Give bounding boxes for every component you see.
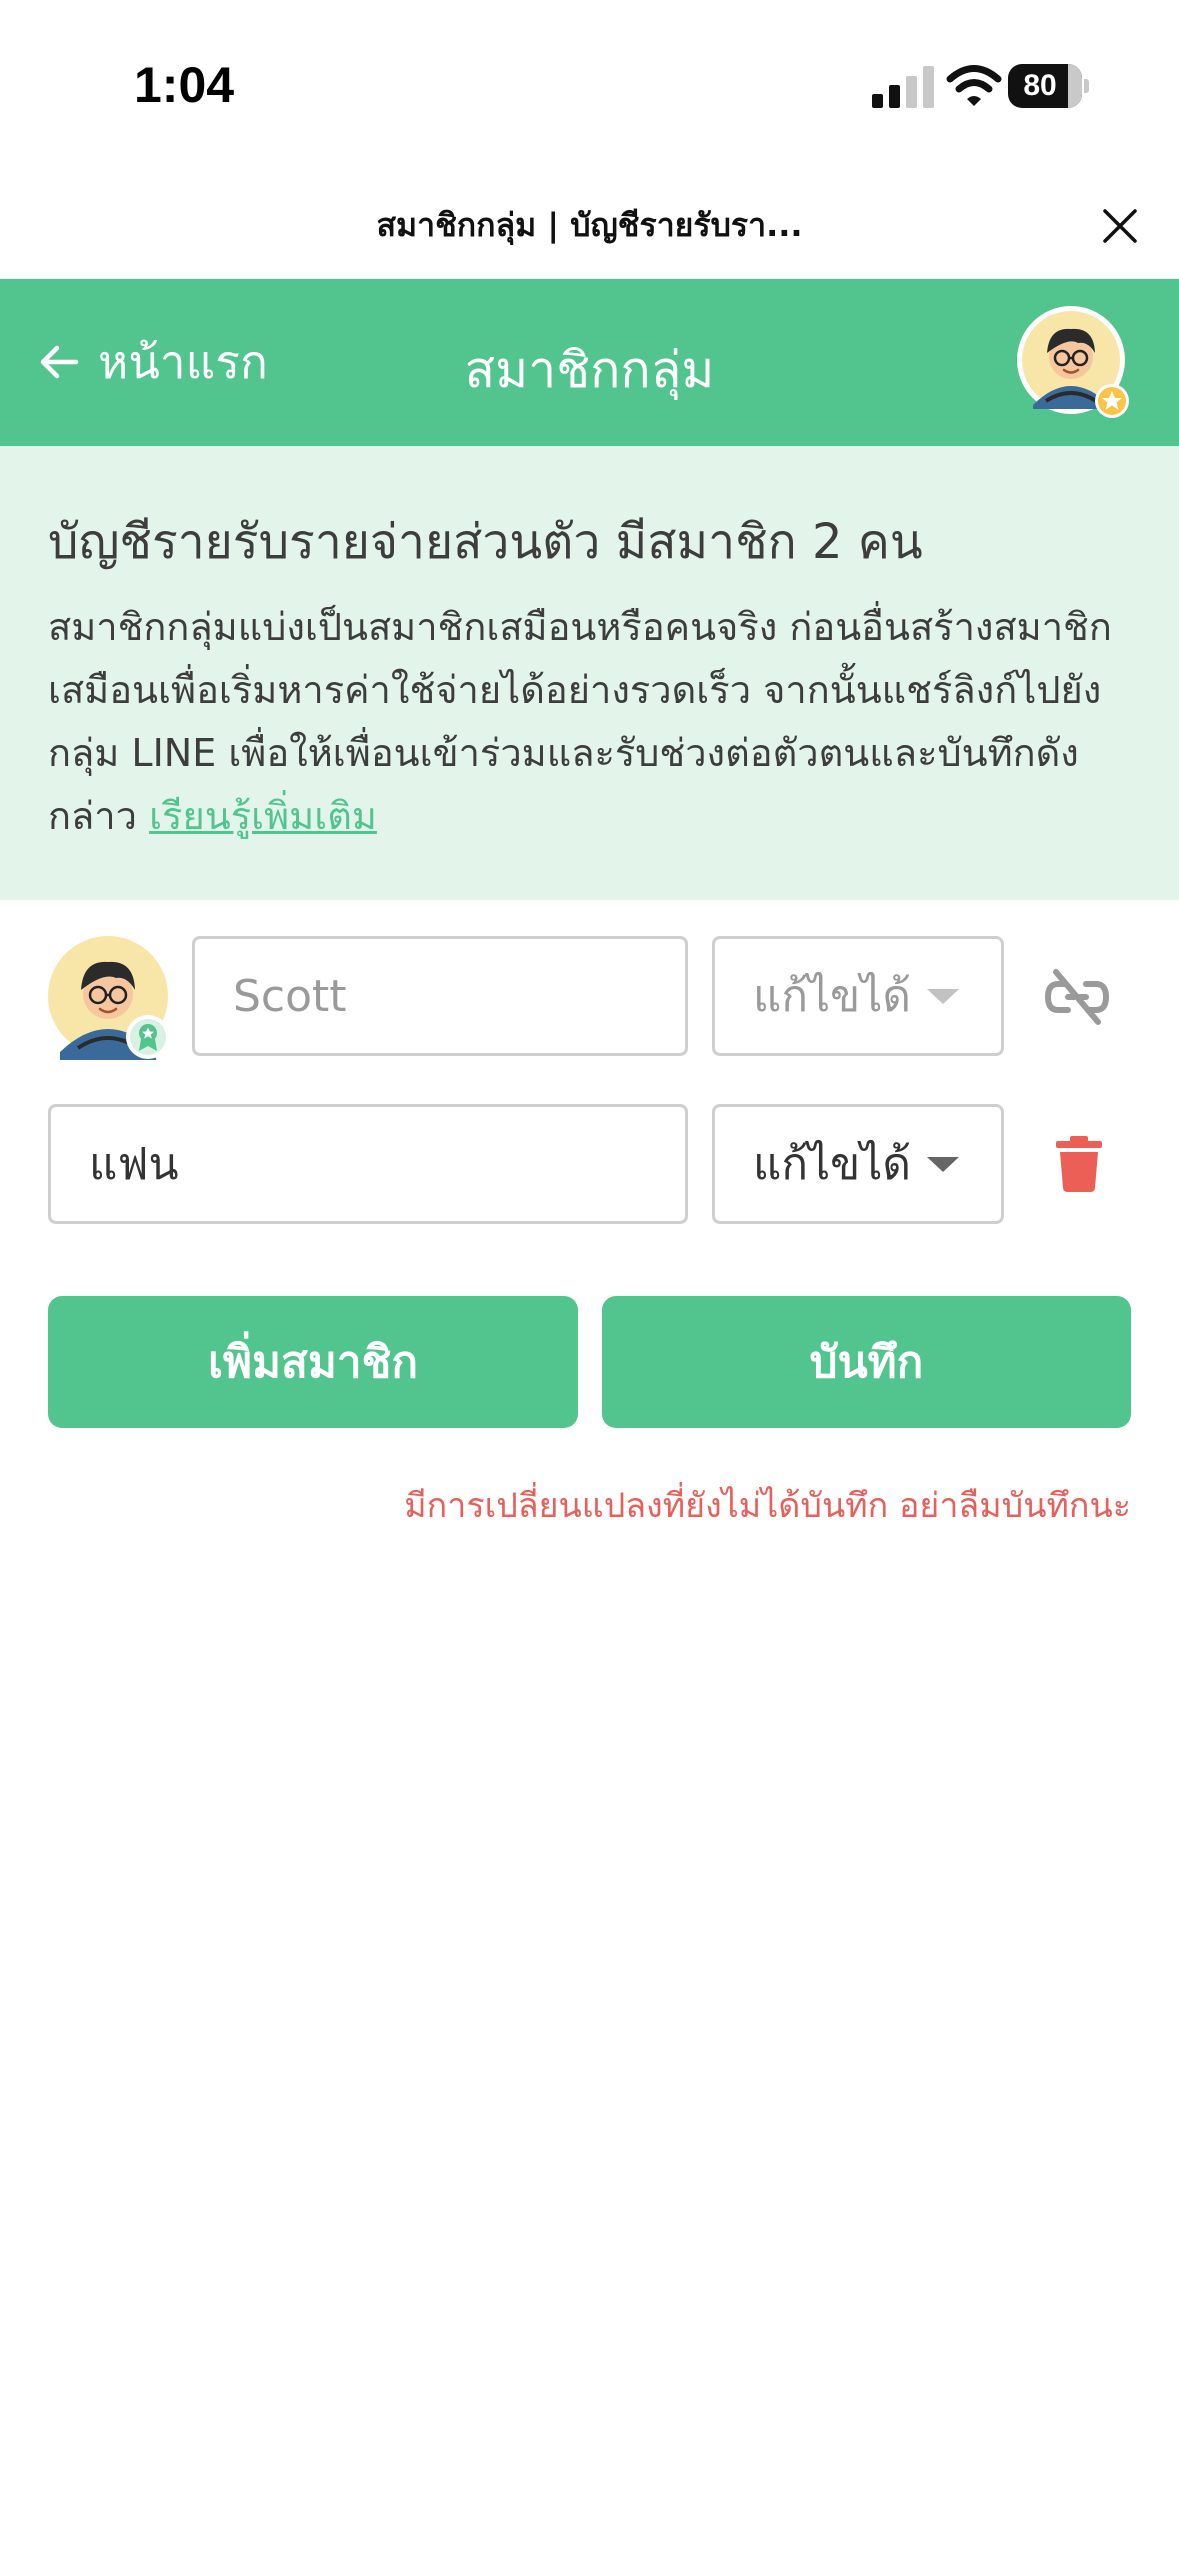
status-time: 1:04 <box>134 57 235 113</box>
app-header: หน้าแรก สมาชิกกลุ่ม <box>0 279 1179 446</box>
user-avatar[interactable] <box>1016 305 1130 419</box>
cellular-signal-icon <box>872 66 934 108</box>
intro-description: สมาชิกกลุ่มแบ่งเป็นสมาชิกเสมือนหรือคนจริ… <box>48 596 1138 848</box>
member-name-input[interactable] <box>192 936 688 1056</box>
save-button[interactable]: บันทึก <box>602 1296 1131 1428</box>
member-role-select[interactable]: แก้ไขได้ <box>712 1104 1004 1224</box>
back-label: หน้าแรก <box>98 334 268 389</box>
wifi-icon <box>946 65 1002 106</box>
member-role-select[interactable]: แก้ไขได้ <box>712 936 1004 1056</box>
group-summary-title: บัญชีรายรับรายจ่ายส่วนตัว มีสมาชิก 2 คน <box>48 514 923 570</box>
battery-icon: 80 <box>1008 64 1089 108</box>
browser-title: สมาชิกกลุ่ม | บัญชีรายรับรา... <box>376 206 803 244</box>
add-member-button[interactable]: เพิ่มสมาชิก <box>48 1296 578 1428</box>
chevron-down-icon <box>927 1157 959 1172</box>
status-bar: 1:04 80 <box>0 0 1179 170</box>
member-role-label: แก้ไขได้ <box>753 971 911 1022</box>
trash-icon[interactable] <box>1056 1136 1102 1192</box>
member-avatar <box>48 936 170 1060</box>
chevron-down-icon <box>927 989 959 1004</box>
unlink-icon[interactable] <box>1044 964 1110 1030</box>
intro-panel: บัญชีรายรับรายจ่ายส่วนตัว มีสมาชิก 2 คน … <box>0 446 1179 900</box>
unsaved-changes-warning: มีการเปลี่ยนแปลงที่ยังไม่ได้บันทึก อย่าล… <box>404 1486 1131 1526</box>
back-button[interactable]: หน้าแรก <box>38 334 268 390</box>
close-icon[interactable] <box>1100 206 1140 246</box>
member-role-label: แก้ไขได้ <box>753 1139 911 1190</box>
member-name-input[interactable] <box>48 1104 688 1224</box>
arrow-left-icon <box>40 345 79 379</box>
battery-level: 80 <box>1023 69 1057 102</box>
learn-more-link[interactable]: เรียนรู้เพิ่มเติม <box>149 794 377 838</box>
